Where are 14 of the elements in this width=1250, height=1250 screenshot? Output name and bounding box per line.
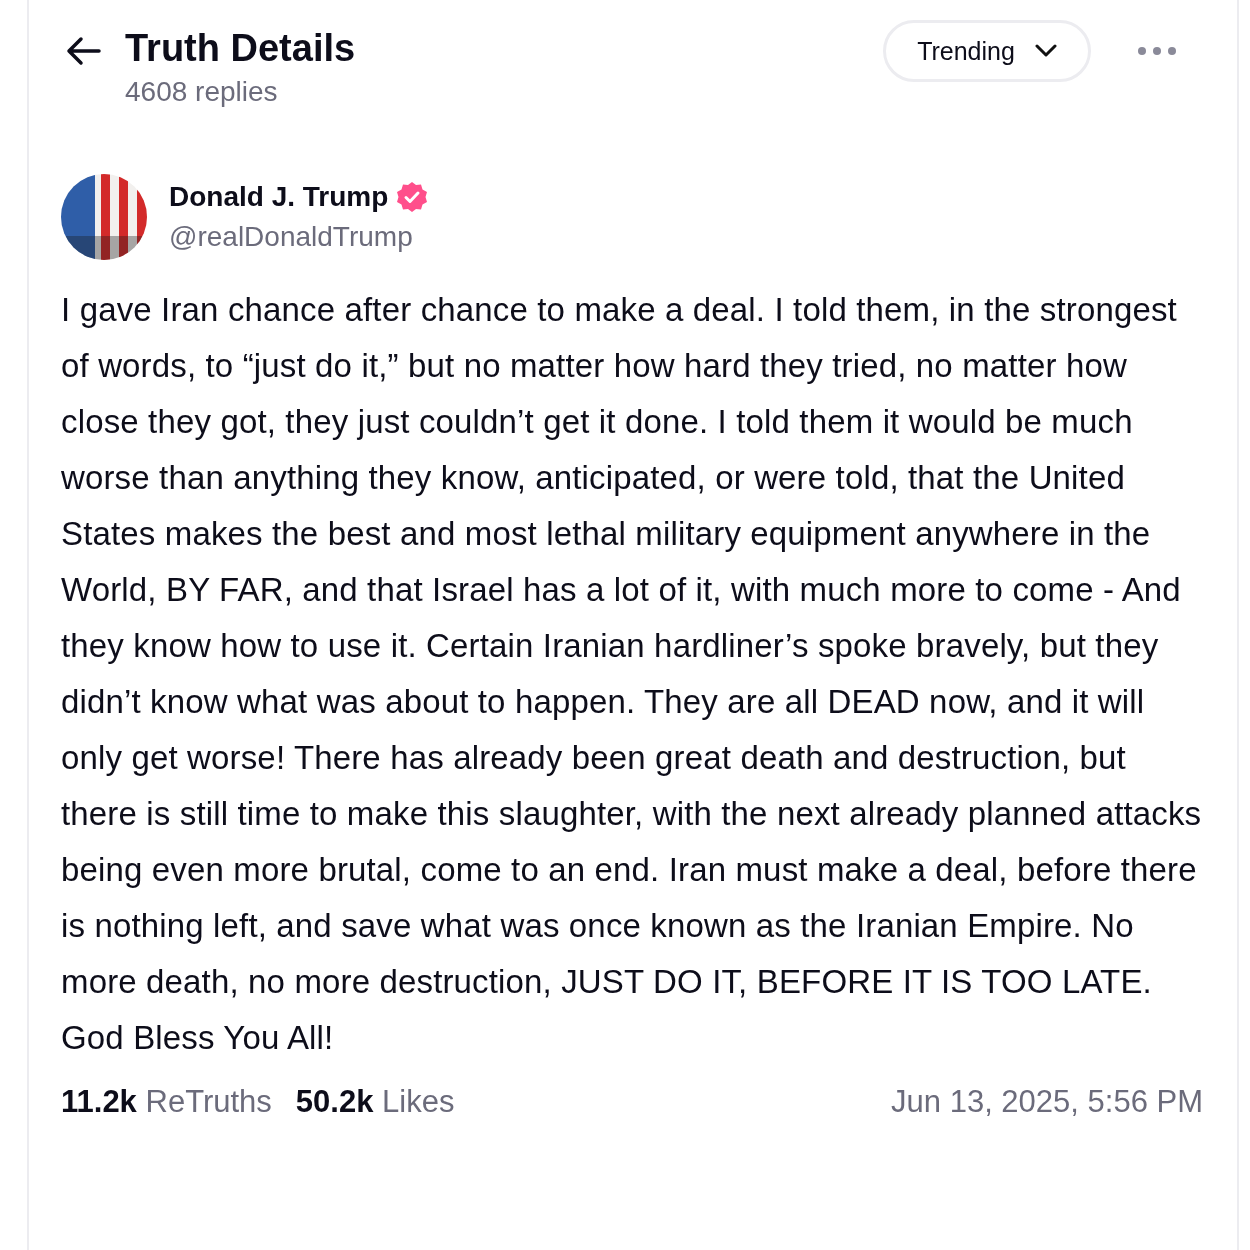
back-icon[interactable] — [65, 36, 101, 66]
post-text: I gave Iran chance after chance to make a deal. I told them, in the strongest of words, to “just do it,” but no matter how hard they tried, no matter how close they got, they just couldn’t get it done. I told them it would be much worse than anything they know, anticipated, or were told, that the United States makes the best and most lethal military equipment anywhere in the World, BY FAR, and that Israel has a lot of it, with much more to come - And they know how to use it. Certain Iranian hardliner’s spoke bravely, but they didn’t know what was about to happen. They are all DEAD now, and it will only get worse! There has already been great death and destruction, but there is still time to make this slaughter, with the next already planned attacks being even more brutal, come to an end. Iran must make a deal, before there is nothing left, and save what was once known as the Iranian Empire. No more death, no more destruction, JUST DO IT, BEFORE IT IS TOO LATE. God Bless You All! — [61, 290, 1203, 1058]
stat-label[interactable]: Likes — [382, 1084, 455, 1119]
chevron-down-icon — [1034, 44, 1057, 58]
stat-count: 11.2k — [61, 1084, 137, 1119]
stat-count: 50.2k — [295, 1084, 374, 1119]
page-title: Truth Details — [125, 26, 357, 70]
sort-dropdown[interactable]: Trending — [883, 20, 1091, 82]
more-options-icon[interactable] — [1137, 46, 1177, 56]
replies-count: 4608 replies — [125, 76, 279, 108]
author-handle[interactable]: @realDonaldTrump — [169, 221, 429, 253]
post-timestamp: Jun 13, 2025, 5:56 PM — [891, 1084, 1203, 1120]
author-name[interactable]: Donald J. Trump — [169, 181, 389, 213]
stat-label[interactable]: ReTruths — [145, 1084, 272, 1119]
